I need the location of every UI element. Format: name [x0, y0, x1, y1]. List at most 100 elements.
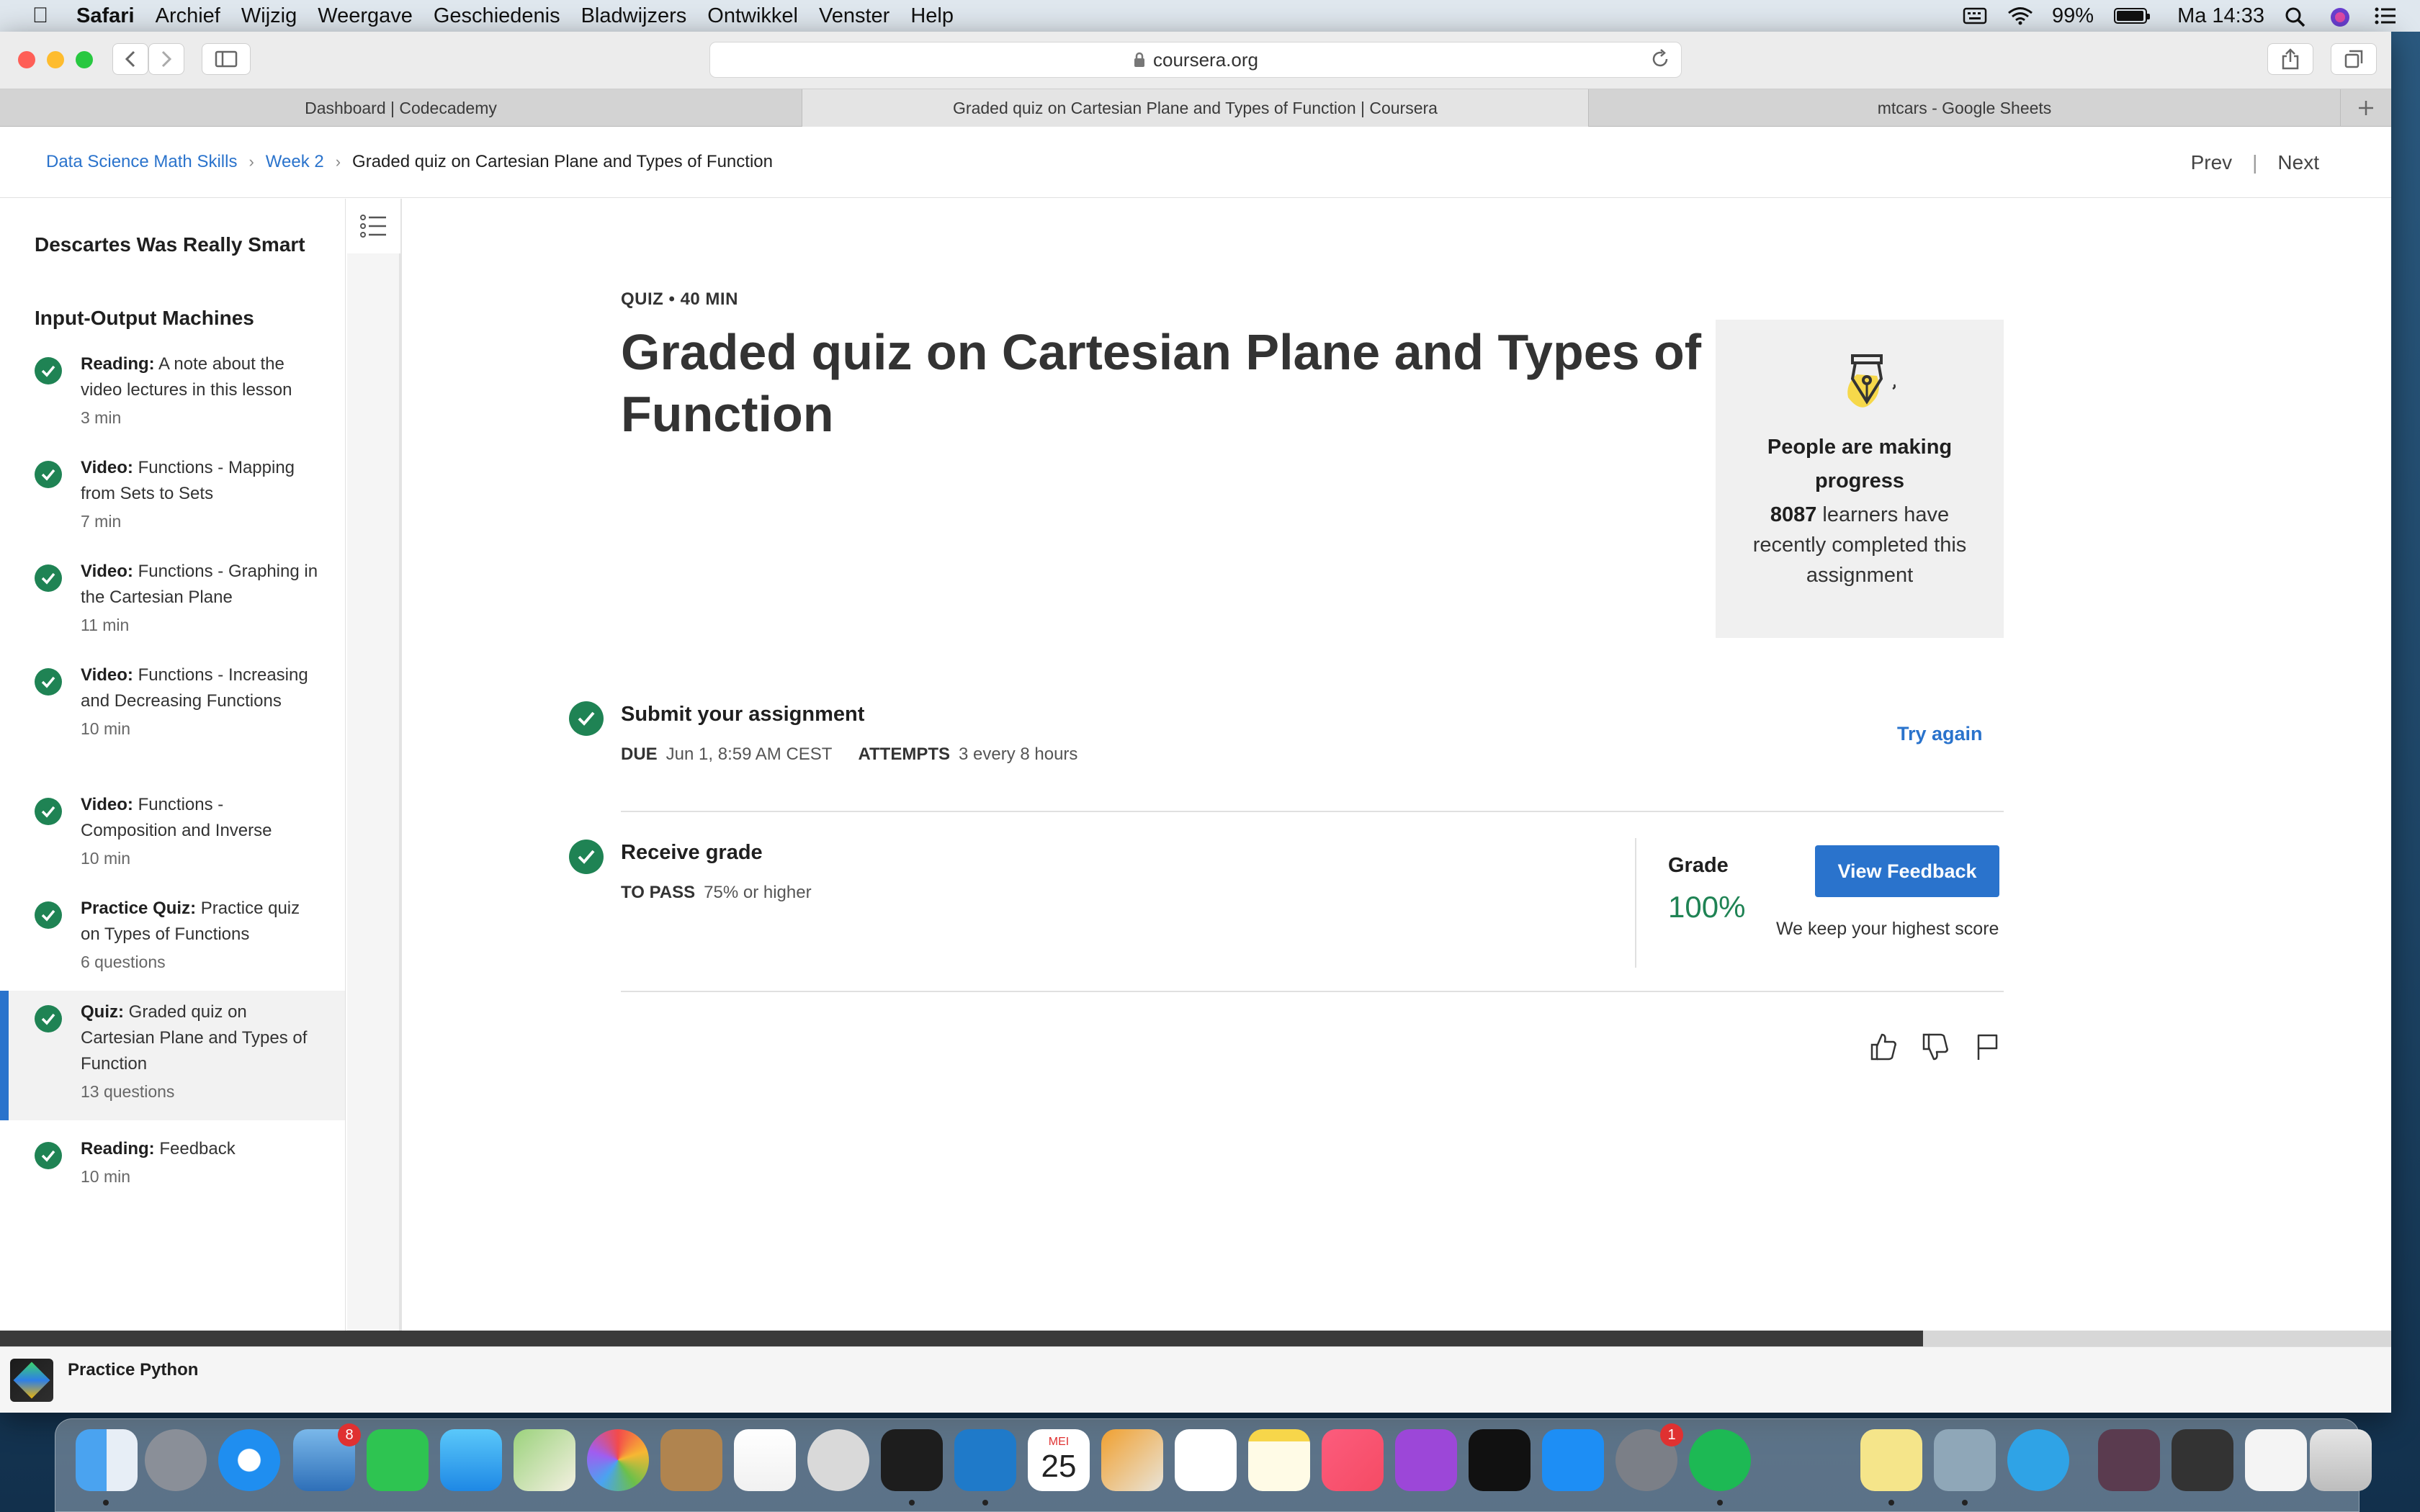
terminal-icon[interactable] — [881, 1429, 943, 1491]
safari-icon[interactable] — [218, 1429, 280, 1491]
forward-button[interactable] — [148, 43, 184, 75]
reload-icon[interactable] — [1649, 48, 1671, 70]
thumbs-down-icon[interactable] — [1920, 1031, 1950, 1063]
completed-check-icon — [35, 357, 62, 384]
maps-icon[interactable] — [514, 1429, 575, 1491]
menu-venster[interactable]: Venster — [819, 4, 889, 28]
sidebar-item-reading-note[interactable]: Reading: A note about the video lectures… — [0, 351, 345, 431]
feedback-actions — [1868, 1031, 2002, 1063]
menu-geschiedenis[interactable]: Geschiedenis — [434, 4, 560, 28]
app-store-icon[interactable] — [1542, 1429, 1604, 1491]
menubar:  Safari Archief Wijzig Weergave Geschie… — [0, 0, 2420, 32]
practice-python-app-icon[interactable] — [10, 1359, 53, 1402]
launchpad-icon[interactable] — [145, 1429, 207, 1491]
mail-icon[interactable]: 8 — [293, 1423, 361, 1491]
system-preferences-icon[interactable]: 1 — [1615, 1423, 1683, 1491]
messages-icon[interactable] — [440, 1429, 502, 1491]
lock-icon — [1134, 52, 1145, 67]
trash-icon[interactable] — [2310, 1429, 2372, 1491]
item-meta: 11 min — [81, 616, 130, 634]
podcasts-icon[interactable] — [1395, 1429, 1457, 1491]
music-icon[interactable] — [1322, 1429, 1384, 1491]
wifi-icon[interactable] — [2007, 6, 2033, 25]
pages-icon[interactable] — [1101, 1429, 1163, 1491]
numbers-icon[interactable] — [734, 1429, 796, 1491]
stickies-icon[interactable] — [1860, 1429, 1922, 1491]
tab-codecademy[interactable]: Dashboard | Codecademy — [0, 89, 802, 127]
window-fullscreen-button[interactable] — [76, 51, 93, 68]
cloud-app-icon[interactable] — [2007, 1429, 2069, 1491]
notification-center-icon[interactable] — [2374, 6, 2398, 25]
breadcrumb-course-link[interactable]: Data Science Math Skills — [46, 152, 237, 172]
sidebar-item-video-composition[interactable]: Video: Functions - Composition and Inver… — [0, 792, 345, 871]
menu-ontwikkel[interactable]: Ontwikkel — [707, 4, 798, 28]
try-again-link[interactable]: Try again — [1897, 723, 1983, 745]
pen-nib-icon — [1831, 350, 1896, 415]
breadcrumb-week-link[interactable]: Week 2 — [266, 152, 324, 172]
tab-google-sheets[interactable]: mtcars - Google Sheets — [1589, 89, 2341, 127]
horizontal-scrollbar[interactable] — [0, 1331, 2391, 1346]
tab-overview-button[interactable] — [2331, 43, 2377, 75]
new-tab-button[interactable] — [2341, 89, 2391, 127]
contacts-icon[interactable] — [660, 1429, 722, 1491]
sidebar-toggle-button[interactable] — [202, 43, 251, 75]
sequel-pro-icon[interactable] — [807, 1429, 869, 1491]
battery-percent: 99% — [2052, 4, 2094, 27]
battery-icon[interactable] — [2114, 8, 2151, 24]
sidebar-item-reading-feedback[interactable]: Reading: Feedback 10 min — [0, 1136, 345, 1189]
documents-stack-icon[interactable] — [2245, 1429, 2307, 1491]
item-kind: Video: — [81, 562, 133, 581]
dock: 8 MEI 25 1 — [55, 1418, 2372, 1512]
calendar-icon[interactable]: MEI 25 — [1028, 1429, 1090, 1491]
siri-icon[interactable] — [2329, 6, 2354, 27]
photos-icon[interactable] — [587, 1429, 649, 1491]
vscode-icon[interactable] — [954, 1429, 1016, 1491]
back-button[interactable] — [112, 43, 148, 75]
toggle-outline-button[interactable] — [347, 199, 400, 253]
sidebar-item-video-graphing[interactable]: Video: Functions - Graphing in the Carte… — [0, 559, 345, 638]
tab-title: Dashboard | Codecademy — [305, 98, 497, 117]
menu-help[interactable]: Help — [910, 4, 954, 28]
apple-tv-icon[interactable] — [1469, 1429, 1531, 1491]
tab-bar: Dashboard | Codecademy Graded quiz on Ca… — [0, 89, 2391, 127]
thumbs-up-icon[interactable] — [1868, 1031, 1899, 1063]
apple-menu-icon[interactable]:  — [26, 4, 55, 28]
flag-icon[interactable] — [1972, 1031, 2002, 1063]
system-preferences-badge: 1 — [1660, 1423, 1683, 1446]
finder-icon[interactable] — [76, 1429, 138, 1491]
scrollbar-thumb[interactable] — [0, 1331, 1923, 1346]
menu-app-name[interactable]: Safari — [76, 4, 135, 28]
spotify-icon[interactable] — [1689, 1429, 1751, 1491]
item-kind: Video: — [81, 795, 133, 814]
menu-weergave[interactable]: Weergave — [318, 4, 413, 28]
menu-bladwijzers[interactable]: Bladwijzers — [581, 4, 687, 28]
grade-title: Receive grade — [621, 841, 763, 864]
sidebar-item-text: Video: Functions - Mapping from Sets to … — [81, 455, 321, 507]
downloads-stack-icon[interactable] — [2098, 1429, 2160, 1491]
window-close-button[interactable] — [18, 51, 35, 68]
notes-icon[interactable] — [1248, 1429, 1310, 1491]
facetime-icon[interactable] — [367, 1429, 429, 1491]
view-feedback-button[interactable]: View Feedback — [1815, 845, 1999, 897]
sidebar-item-video-mapping[interactable]: Video: Functions - Mapping from Sets to … — [0, 455, 345, 534]
sidebar-item-text: Reading: A note about the video lectures… — [81, 351, 321, 403]
item-meta: 13 questions — [81, 1082, 175, 1101]
keyboard-input-icon[interactable] — [1963, 6, 1987, 25]
tab-coursera[interactable]: Graded quiz on Cartesian Plane and Types… — [802, 89, 1589, 127]
menubar-clock[interactable]: Ma 14:33 — [2177, 4, 2264, 28]
sidebar-item-practice-quiz[interactable]: Practice Quiz: Practice quiz on Types of… — [0, 896, 345, 975]
menu-archief[interactable]: Archief — [156, 4, 220, 28]
prev-link[interactable]: Prev — [2191, 151, 2233, 174]
reminders-icon[interactable] — [1175, 1429, 1237, 1491]
sidebar-item-graded-quiz[interactable]: Quiz: Graded quiz on Cartesian Plane and… — [0, 991, 345, 1120]
window-minimize-button[interactable] — [47, 51, 64, 68]
share-button[interactable] — [2267, 43, 2313, 75]
completed-check-icon — [35, 1142, 62, 1169]
preview-icon[interactable] — [1934, 1429, 1996, 1491]
spotlight-search-icon[interactable] — [2285, 6, 2309, 27]
screenshot-stack-icon[interactable] — [2172, 1429, 2233, 1491]
menu-wijzig[interactable]: Wijzig — [241, 4, 297, 28]
next-link[interactable]: Next — [2277, 151, 2319, 174]
sidebar-item-video-increasing[interactable]: Video: Functions - Increasing and Decrea… — [0, 662, 345, 742]
address-bar[interactable]: coursera.org — [709, 42, 1682, 78]
